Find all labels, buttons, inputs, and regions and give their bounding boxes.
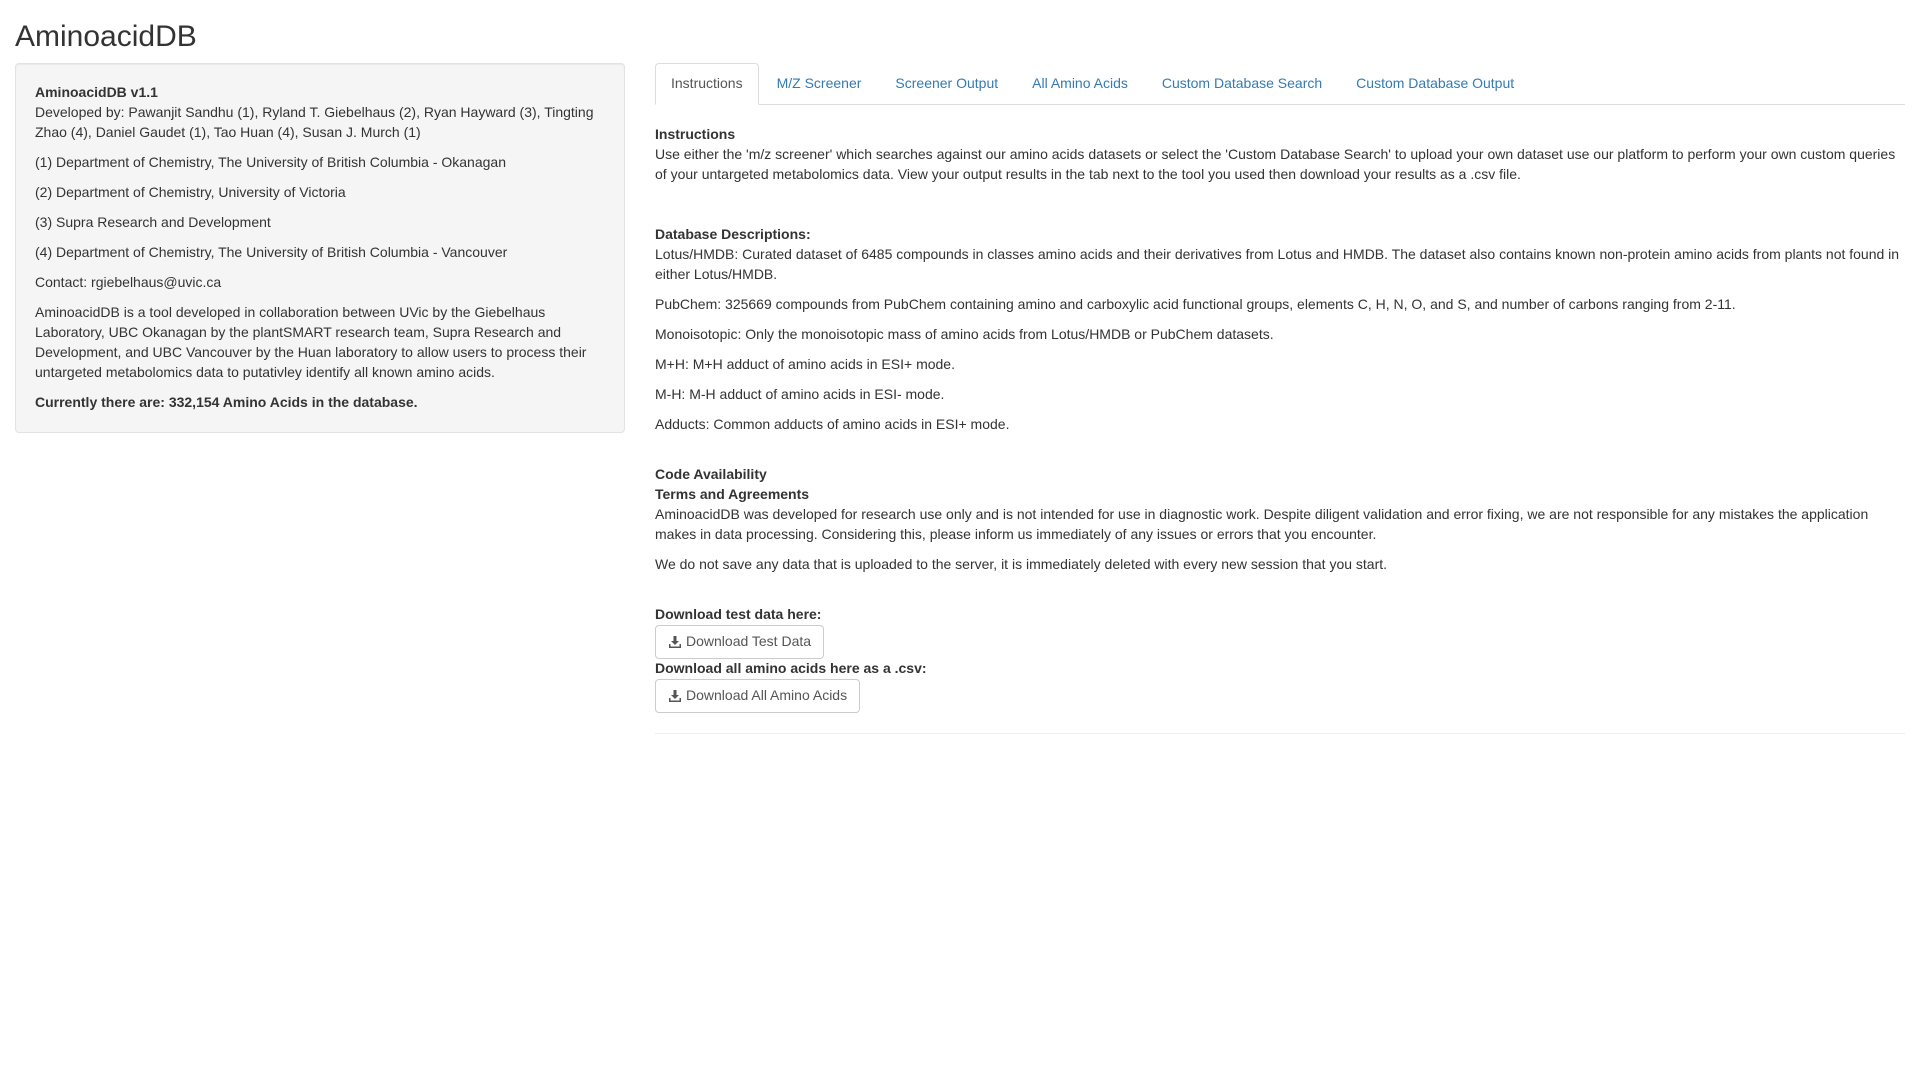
download-test-data-button[interactable]: Download Test Data	[655, 624, 825, 659]
database-description-adducts: Adducts: Common adducts of amino acids i…	[655, 415, 1010, 432]
code-terms-section: Code Availability Terms and Agreements A…	[655, 465, 1905, 575]
instructions-section: Instructions Use either the 'm/z screene…	[655, 125, 1905, 185]
download-all-label: Download all amino acids here as a .csv:	[655, 659, 927, 676]
database-description-mh-minus: M-H: M-H adduct of amino acids in ESI- m…	[655, 385, 945, 402]
about-block: AminoacidDB v1.1 Developed by: Pawanjit …	[35, 83, 605, 143]
database-descriptions-heading: Database Descriptions:	[655, 225, 811, 242]
tab-custom-database-output[interactable]: Custom Database Output	[1340, 63, 1530, 105]
database-description-mh-plus: M+H: M+H adduct of amino acids in ESI+ m…	[655, 355, 955, 372]
affiliation-4: (4) Department of Chemistry, The Univers…	[35, 243, 508, 260]
affiliation-1: (1) Department of Chemistry, The Univers…	[35, 153, 506, 170]
download-all-amino-acids-button[interactable]: Download All Amino Acids	[655, 678, 861, 713]
tab-item: Custom Database Output	[1340, 63, 1530, 105]
tab-item: Instructions	[655, 63, 759, 105]
database-description-pubchem: PubChem: 325669 compounds from PubChem c…	[655, 295, 1736, 312]
layout-row: AminoacidDB v1.1 Developed by: Pawanjit …	[0, 63, 1920, 754]
tab-screener-output[interactable]: Screener Output	[879, 63, 1014, 105]
tab-item: Custom Database Search	[1146, 63, 1338, 105]
download-test-label: Download test data here:	[655, 605, 822, 622]
tab-all-amino-acids[interactable]: All Amino Acids	[1016, 63, 1144, 105]
tab-instructions[interactable]: Instructions	[655, 63, 759, 105]
divider	[655, 732, 1905, 734]
instructions-tab-content: Instructions Use either the 'm/z screene…	[655, 105, 1905, 734]
instructions-heading: Instructions	[655, 125, 736, 142]
code-availability-heading: Code Availability	[655, 465, 767, 482]
amino-acid-count: Currently there are: 332,154 Amino Acids…	[35, 393, 418, 410]
sidebar: AminoacidDB v1.1 Developed by: Pawanjit …	[0, 63, 640, 754]
terms-text-2: We do not save any data that is uploaded…	[655, 555, 1388, 572]
contact-text: Contact: rgiebelhaus@uvic.ca	[35, 273, 222, 290]
app-title: AminoacidDB	[15, 20, 197, 53]
database-descriptions-section: Database Descriptions: Lotus/HMDB: Curat…	[655, 225, 1905, 435]
tab-mz-screener[interactable]: M/Z Screener	[761, 63, 878, 105]
download-all-amino-acids-label: Download All Amino Acids	[686, 686, 848, 703]
instructions-text: Use either the 'm/z screener' which sear…	[655, 145, 1896, 182]
tab-item: Screener Output	[879, 63, 1014, 105]
tab-custom-database-search[interactable]: Custom Database Search	[1146, 63, 1338, 105]
download-icon	[668, 689, 682, 703]
tab-item: All Amino Acids	[1016, 63, 1144, 105]
terms-heading: Terms and Agreements	[655, 485, 810, 502]
database-description-lotus: Lotus/HMDB: Curated dataset of 6485 comp…	[655, 245, 1900, 282]
affiliation-2: (2) Department of Chemistry, University …	[35, 183, 346, 200]
download-test-data-label: Download Test Data	[686, 632, 812, 649]
main-panel: Instructions M/Z Screener Screener Outpu…	[640, 63, 1920, 754]
downloads-section: Download test data here: Download Test D…	[655, 605, 1905, 713]
version-label: AminoacidDB v1.1	[35, 84, 158, 100]
download-icon	[668, 635, 682, 649]
tab-bar: Instructions M/Z Screener Screener Outpu…	[655, 63, 1905, 105]
terms-text-1: AminoacidDB was developed for research u…	[655, 505, 1869, 542]
developers-text: Developed by: Pawanjit Sandhu (1), Rylan…	[35, 103, 594, 140]
sidebar-panel: AminoacidDB v1.1 Developed by: Pawanjit …	[15, 63, 625, 433]
page: AminoacidDB AminoacidDB v1.1 Developed b…	[0, 20, 1920, 754]
database-description-monoisotopic: Monoisotopic: Only the monoisotopic mass…	[655, 325, 1274, 342]
affiliation-3: (3) Supra Research and Development	[35, 213, 271, 230]
tab-item: M/Z Screener	[761, 63, 878, 105]
description-text: AminoacidDB is a tool developed in colla…	[35, 303, 587, 380]
